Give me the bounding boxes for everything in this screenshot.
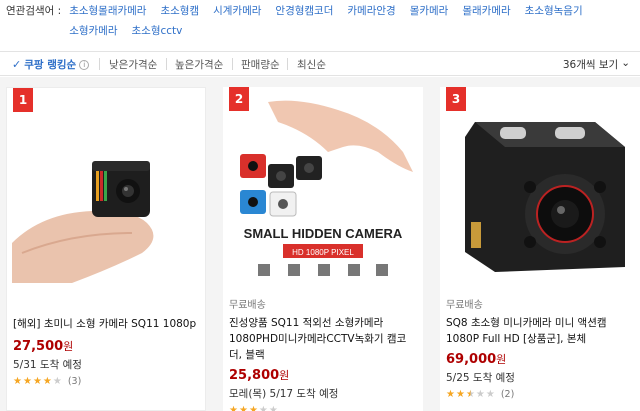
review-count: (2) xyxy=(500,389,515,400)
product-info: [해외] 초미니 소형 카메라 SQ11 1080p 27,500원 5/31 … xyxy=(13,316,201,387)
sort-low-price[interactable]: 낮은가격순 xyxy=(109,57,157,72)
price-currency: 원 xyxy=(63,340,74,353)
free-shipping-label: 무료배송 xyxy=(446,300,483,311)
product-info: 무료배송 SQ8 초소형 미니카메라 미니 액션캠 1080P Full HD … xyxy=(446,296,636,400)
product-title[interactable]: SQ8 초소형 미니카메라 미니 액션캠 1080P Full HD [상품군]… xyxy=(446,315,636,347)
chevron-down-icon: ⌄ xyxy=(621,57,630,69)
star-icon: ★ xyxy=(52,376,62,387)
sort-latest[interactable]: 최신순 xyxy=(297,57,326,72)
check-icon: ✓ xyxy=(12,58,22,71)
price-value: 69,000 xyxy=(446,352,497,367)
related-searches: 연관검색어 : 초소형몰래카메라 초소형캠 시계카메라 안경형캠코더 카메라안경… xyxy=(0,0,640,42)
product-card[interactable]: 1 [해외] 초미니 소형 카메라 SQ11 1080p 27,500원 5/3… xyxy=(6,87,206,411)
star-icon: ★ xyxy=(22,376,32,387)
price-currency: 원 xyxy=(279,369,290,382)
rank-badge: 2 xyxy=(229,87,249,111)
star-icon: ★ xyxy=(13,376,22,387)
related-tag[interactable]: 소형카메라 xyxy=(69,22,117,42)
related-tag[interactable]: 초소형몰래카메라 xyxy=(69,2,146,22)
banner-text: SMALL HIDDEN CAMERA xyxy=(244,226,403,241)
star-icon: ★ xyxy=(248,405,258,411)
sort-ranking-label: 쿠팡 랭킹순 xyxy=(24,59,77,71)
related-tag[interactable]: 초소형캠 xyxy=(160,2,199,22)
product-title[interactable]: 진성양품 SQ11 적외선 소형카메라 1080PHD미니카메라CCTV녹화기 … xyxy=(229,315,419,363)
star-icon: ★ xyxy=(475,389,485,400)
sort-ranking[interactable]: ✓ 쿠팡 랭킹순 i xyxy=(12,57,90,72)
related-tag[interactable]: 몰카메라 xyxy=(410,2,449,22)
view-count-select[interactable]: 36개씩 보기 ⌄ xyxy=(563,57,630,72)
star-icon: ★ xyxy=(268,405,278,411)
star-icon: ★ xyxy=(32,376,42,387)
divider xyxy=(166,58,167,70)
star-icon: ★ xyxy=(42,376,52,387)
rating-stars: ★ ★ ★ ★ ★ xyxy=(229,405,419,411)
related-tag[interactable]: 카메라안경 xyxy=(347,2,395,22)
banner-subtext: HD 1080P PIXEL xyxy=(292,248,354,257)
rank-badge: 3 xyxy=(446,87,466,111)
price-value: 27,500 xyxy=(13,339,64,354)
view-count-label: 36개씩 보기 xyxy=(562,59,619,71)
product-title[interactable]: [해외] 초미니 소형 카메라 SQ11 1080p xyxy=(13,316,201,332)
related-tag[interactable]: 시계카메라 xyxy=(213,2,261,22)
related-tags: 초소형몰래카메라 초소형캠 시계카메라 안경형캠코더 카메라안경 몰카메라 몰래… xyxy=(69,2,634,42)
price-currency: 원 xyxy=(496,353,507,366)
product-price: 69,000원 xyxy=(446,351,636,367)
info-icon[interactable]: i xyxy=(79,59,90,70)
delivery-date: 5/25 도착 예정 xyxy=(446,372,515,384)
product-price: 27,500원 xyxy=(13,338,201,354)
star-icon: ★ xyxy=(485,389,495,400)
sort-sales[interactable]: 판매량순 xyxy=(241,57,280,72)
divider xyxy=(287,58,288,70)
rating-stars: ★ ★ ★ ★ ★ (2) xyxy=(446,389,636,400)
sort-high-price[interactable]: 높은가격순 xyxy=(175,57,223,72)
product-price: 25,800원 xyxy=(229,367,419,383)
star-icon: ★ xyxy=(446,389,455,400)
rating-stars: ★ ★ ★ ★ ★ (3) xyxy=(13,376,201,387)
star-icon: ★ xyxy=(229,405,238,411)
product-card[interactable]: 3 무료배송 SQ8 초소형 미니카메라 미니 액션캠 1080P Full H… xyxy=(440,87,640,411)
related-searches-label: 연관검색어 : xyxy=(6,5,62,17)
product-image[interactable] xyxy=(12,93,202,283)
delivery-date: 5/31 도착 예정 xyxy=(13,359,82,371)
star-icon: ★ xyxy=(465,389,475,400)
free-shipping-label: 무료배송 xyxy=(229,300,266,311)
product-card[interactable]: 2 SMALL HIDDEN CAMERA HD 1080P PIXEL 무료배… xyxy=(223,87,423,411)
product-image[interactable] xyxy=(445,92,635,282)
product-grid: 1 [해외] 초미니 소형 카메라 SQ11 1080p 27,500원 5/3… xyxy=(0,77,640,411)
related-tag[interactable]: 안경형캠코더 xyxy=(275,2,333,22)
divider xyxy=(232,58,233,70)
star-icon: ★ xyxy=(238,405,248,411)
product-info: 무료배송 진성양품 SQ11 적외선 소형카메라 1080PHD미니카메라CCT… xyxy=(229,296,419,411)
star-icon: ★ xyxy=(258,405,268,411)
rank-badge: 1 xyxy=(13,88,33,112)
price-value: 25,800 xyxy=(229,368,280,383)
divider xyxy=(99,58,100,70)
related-tag[interactable]: 초소형녹음기 xyxy=(525,2,583,22)
delivery-date: 모레(목) 5/17 도착 예정 xyxy=(229,388,339,400)
star-icon: ★ xyxy=(455,389,465,400)
related-tag[interactable]: 초소형cctv xyxy=(132,22,183,42)
review-count: (3) xyxy=(67,376,82,387)
related-tag[interactable]: 몰래카메라 xyxy=(462,2,510,22)
sort-bar: ✓ 쿠팡 랭킹순 i 낮은가격순 높은가격순 판매량순 최신순 36개씩 보기 … xyxy=(0,51,640,76)
product-image[interactable]: SMALL HIDDEN CAMERA HD 1080P PIXEL xyxy=(228,92,418,282)
